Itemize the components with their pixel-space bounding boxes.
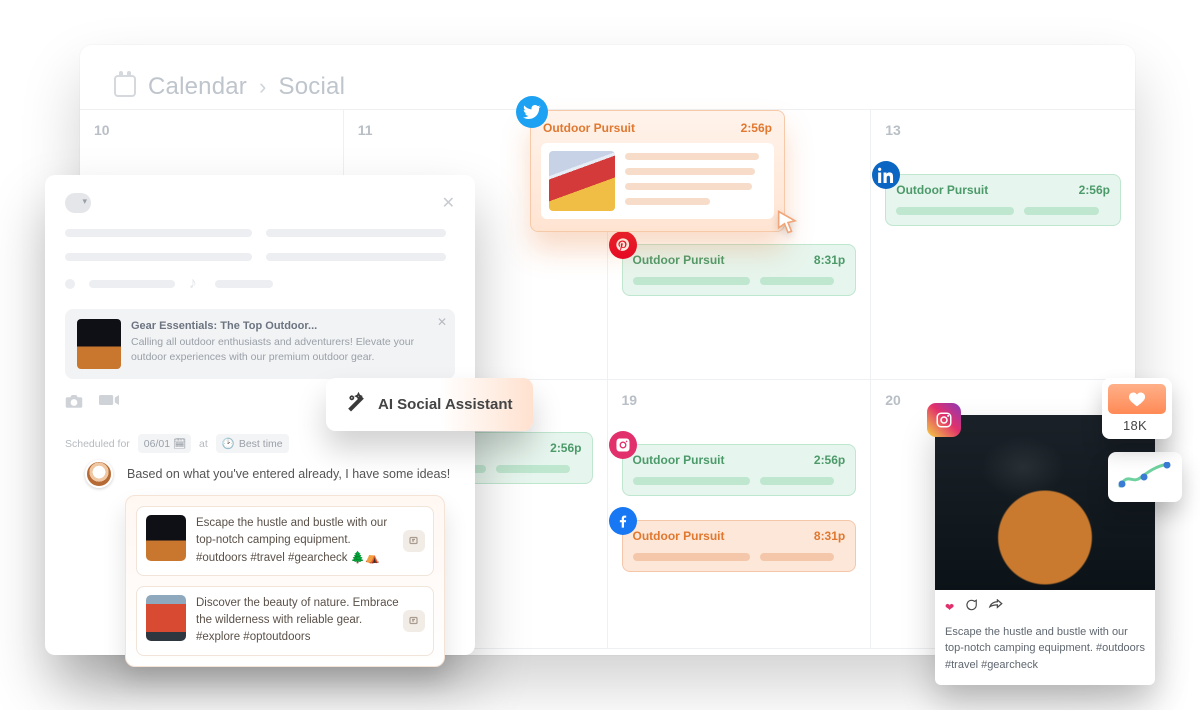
schedule-at-label: at: [199, 438, 208, 450]
day-cell[interactable]: 13 Outdoor Pursuit 2:56p: [871, 110, 1135, 380]
use-suggestion-button[interactable]: [403, 530, 425, 552]
event-card-popover[interactable]: Outdoor Pursuit 2:56p: [530, 110, 785, 232]
comment-icon[interactable]: [964, 598, 978, 618]
ai-assistant-button[interactable]: AI Social Assistant: [326, 378, 533, 431]
day-number: 19: [622, 392, 857, 408]
breadcrumb: Calendar › Social: [80, 45, 1135, 109]
attachment-thumbnail: [77, 319, 121, 369]
event-card[interactable]: Outdoor Pursuit 8:31p: [622, 520, 857, 572]
ai-suggestions: Escape the hustle and bustle with our to…: [125, 495, 445, 667]
best-time-button[interactable]: 🕑 Best time: [216, 434, 289, 453]
schedule-date-input[interactable]: 06/01 🗓: [138, 434, 191, 453]
suggestion-text: Discover the beauty of nature. Embrace t…: [196, 595, 424, 647]
day-cell[interactable]: 19 Outdoor Pursuit 2:56p Outdoor Pursuit…: [608, 380, 872, 650]
camera-icon[interactable]: [65, 393, 83, 414]
like-icon[interactable]: ❤: [945, 600, 954, 617]
event-title: Outdoor Pursuit: [896, 183, 988, 197]
ai-message-text: Based on what you've entered already, I …: [127, 467, 450, 481]
instagram-icon: [609, 431, 637, 459]
preview-thumbnail: [549, 151, 615, 211]
day-number: 10: [94, 122, 329, 138]
suggestion-text: Escape the hustle and bustle with our to…: [196, 515, 424, 567]
link-attachment[interactable]: Gear Essentials: The Top Outdoor... Call…: [65, 309, 455, 379]
event-card[interactable]: Outdoor Pursuit 2:56p: [622, 444, 857, 496]
likes-stat-card: 18K: [1102, 378, 1172, 439]
magic-wand-icon: [346, 392, 366, 417]
event-time: 2:56p: [550, 441, 581, 455]
event-card[interactable]: Outdoor Pursuit 8:31p: [622, 244, 857, 296]
heart-icon: [1108, 384, 1166, 414]
account-selector[interactable]: [65, 193, 91, 213]
use-suggestion-button[interactable]: [403, 610, 425, 632]
twitter-icon: [516, 96, 548, 128]
breadcrumb-leaf[interactable]: Social: [279, 73, 346, 101]
remove-attachment-button[interactable]: ✕: [437, 315, 447, 329]
instagram-icon: [927, 403, 961, 437]
preview-caption: Escape the hustle and bustle with our to…: [945, 624, 1145, 674]
video-icon[interactable]: [99, 393, 119, 414]
preview-text-skeleton: [625, 151, 766, 211]
event-title: Outdoor Pursuit: [633, 453, 725, 467]
calendar-small-icon: 🗓: [173, 437, 185, 450]
breadcrumb-root[interactable]: Calendar: [148, 73, 247, 101]
event-preview: [541, 143, 774, 219]
suggestion-thumbnail: [146, 515, 186, 561]
day-number: 13: [885, 122, 1121, 138]
event-time: 8:31p: [814, 529, 845, 543]
trend-line-icon: [1118, 462, 1172, 492]
ai-assistant-label: AI Social Assistant: [378, 396, 513, 413]
event-title: Outdoor Pursuit: [633, 253, 725, 267]
preview-photo: [935, 415, 1155, 590]
attachment-description: Calling all outdoor enthusiasts and adve…: [131, 335, 443, 365]
ai-suggestion[interactable]: Discover the beauty of nature. Embrace t…: [136, 586, 434, 656]
event-title: Outdoor Pursuit: [543, 121, 635, 135]
suggestion-thumbnail: [146, 595, 186, 641]
event-time: 2:56p: [814, 453, 845, 467]
share-icon[interactable]: [988, 599, 1003, 618]
event-time: 2:56p: [1079, 183, 1110, 197]
event-time: 8:31p: [814, 253, 845, 267]
pinterest-icon: [609, 231, 637, 259]
event-time: 2:56p: [741, 121, 772, 135]
event-card[interactable]: Outdoor Pursuit 2:56p: [885, 174, 1121, 226]
close-button[interactable]: ✕: [442, 193, 455, 213]
day-number: 20: [885, 392, 1121, 408]
ai-message: Based on what you've entered already, I …: [85, 460, 450, 488]
likes-count: 18K: [1108, 418, 1162, 433]
schedule-row: Scheduled for 06/01 🗓 at 🕑 Best time: [65, 434, 455, 453]
facebook-icon: [609, 507, 637, 535]
ai-suggestion[interactable]: Escape the hustle and bustle with our to…: [136, 506, 434, 576]
event-title: Outdoor Pursuit: [633, 529, 725, 543]
ai-avatar-icon: [85, 460, 113, 488]
calendar-icon: [114, 75, 136, 97]
cursor-icon: [774, 208, 802, 241]
schedule-label: Scheduled for: [65, 438, 130, 450]
attachment-title: Gear Essentials: The Top Outdoor...: [131, 319, 443, 335]
clock-icon: 🕑: [222, 437, 235, 450]
chevron-right-icon: ›: [259, 74, 267, 100]
trend-stat-card: [1108, 452, 1182, 502]
